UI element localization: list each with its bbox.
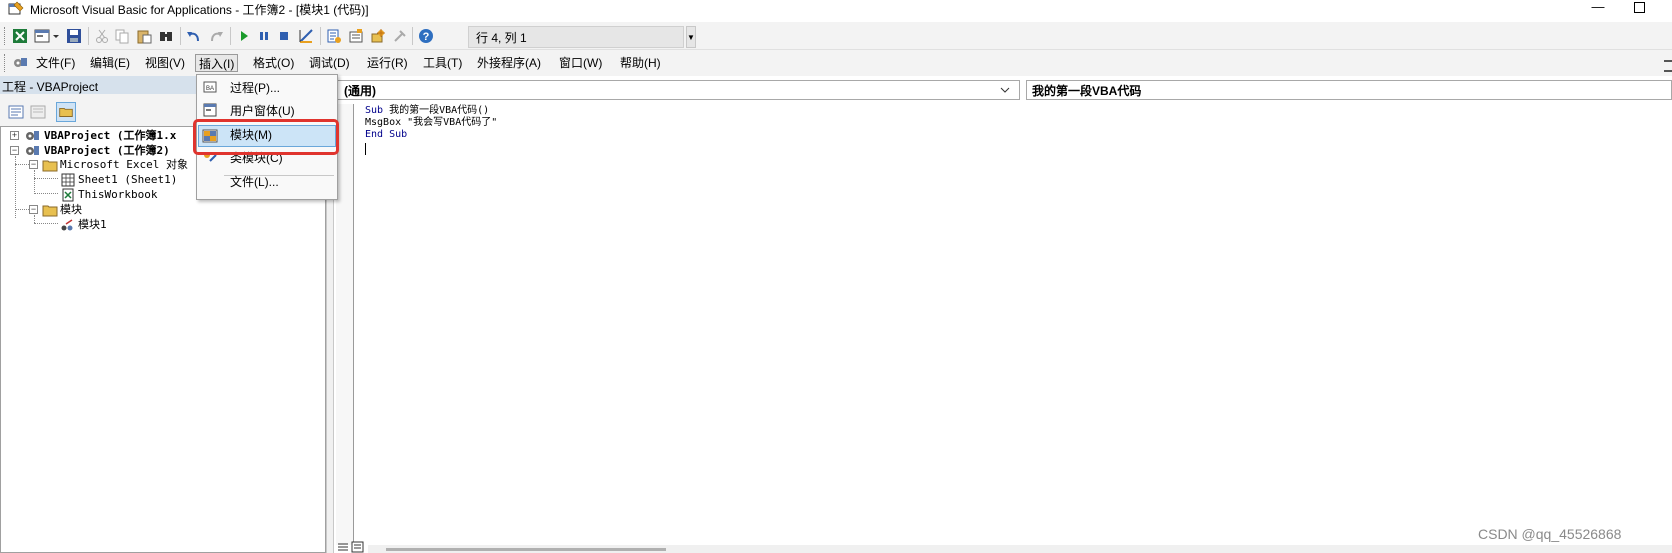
toolbar-separator <box>230 27 231 45</box>
toolbar-separator <box>320 27 321 45</box>
toolbar-separator <box>180 27 181 45</box>
tree-line <box>15 209 29 210</box>
menu-view[interactable]: 视图(V) <box>142 54 188 72</box>
menu-window[interactable]: 窗口(W) <box>556 54 605 72</box>
menu-format[interactable]: 格式(O) <box>250 54 297 72</box>
folder-icon <box>42 160 58 172</box>
object-combobox[interactable] <box>336 80 1020 100</box>
collapse-icon[interactable]: − <box>29 160 38 169</box>
toolbar-grip[interactable] <box>4 27 7 45</box>
toolbar-separator <box>88 27 89 45</box>
undo-icon[interactable] <box>186 28 202 44</box>
object-browser-icon[interactable] <box>370 28 386 44</box>
procedure-icon: BA <box>203 81 217 93</box>
project-explorer-icon[interactable] <box>326 28 342 44</box>
mdi-restore-icon[interactable] <box>1664 60 1672 72</box>
find-icon[interactable] <box>158 28 174 44</box>
tree-item-sheet1[interactable]: Sheet1 (Sheet1) <box>78 173 177 187</box>
code-line-3[interactable]: End Sub <box>365 129 407 141</box>
chevron-down-icon[interactable] <box>998 84 1012 96</box>
tree-item-module1[interactable]: 模块1 <box>78 218 107 232</box>
tree-line <box>34 178 58 179</box>
code-line-1[interactable]: Sub 我的第一段VBA代码() <box>365 105 489 117</box>
tree-line <box>34 170 35 192</box>
menu-file[interactable]: 文件(F) <box>33 54 78 72</box>
window-title: Microsoft Visual Basic for Applications … <box>30 3 369 17</box>
collapse-icon[interactable]: − <box>10 146 19 155</box>
code-text: MsgBox "我会写VBA代码了" <box>365 117 498 128</box>
excel-icon[interactable] <box>12 28 28 44</box>
view-code-icon[interactable] <box>6 102 26 122</box>
tree-line <box>15 164 29 165</box>
view-object-icon[interactable] <box>28 102 48 122</box>
menu-tools[interactable]: 工具(T) <box>420 54 465 72</box>
keyword: Sub <box>365 105 384 116</box>
code-margin[interactable] <box>336 104 354 545</box>
expand-icon[interactable]: + <box>10 131 19 140</box>
break-icon[interactable] <box>256 28 272 44</box>
insert-userform-icon[interactable] <box>34 28 50 44</box>
run-icon[interactable] <box>236 28 252 44</box>
worksheet-icon <box>61 173 75 187</box>
minimize-button[interactable]: — <box>1586 0 1610 16</box>
svg-text:BA: BA <box>206 86 214 92</box>
vbaproject-icon <box>26 146 39 155</box>
menu-run[interactable]: 运行(R) <box>364 54 411 72</box>
tree-line <box>34 193 58 194</box>
copy-icon[interactable] <box>114 28 130 44</box>
properties-icon[interactable] <box>348 28 364 44</box>
workbook-icon <box>62 188 74 202</box>
save-icon[interactable] <box>66 28 82 44</box>
paste-icon[interactable] <box>136 28 152 44</box>
object-combobox-value: (通用) <box>344 84 376 98</box>
design-mode-icon[interactable] <box>298 28 314 44</box>
tree-line <box>34 223 58 224</box>
tree-item-modules-folder[interactable]: 模块 <box>60 203 82 217</box>
menu-insert[interactable]: 插入(I) <box>195 54 239 72</box>
cursor-position-label: 行 4, 列 1 <box>476 31 527 45</box>
keyword: End Sub <box>365 129 408 140</box>
redo-icon[interactable] <box>208 28 224 44</box>
tree-item-vbaproject-1[interactable]: VBAProject (工作簿1.x <box>44 129 176 143</box>
tree-item-vbaproject-2[interactable]: VBAProject (工作簿2) <box>44 144 170 158</box>
chevron-down-icon[interactable] <box>52 28 60 44</box>
highlight-annotation-box <box>193 119 339 155</box>
menu-item-file[interactable]: 文件(L)... <box>230 174 279 190</box>
module-icon <box>61 219 73 231</box>
tree-item-thisworkbook[interactable]: ThisWorkbook <box>78 188 157 202</box>
userform-icon <box>203 103 217 117</box>
menu-edit[interactable]: 编辑(E) <box>87 54 133 72</box>
toggle-folders-icon[interactable] <box>56 102 76 122</box>
menu-item-userform[interactable]: 用户窗体(U) <box>230 103 295 119</box>
vbaproject-icon <box>26 131 39 140</box>
vba-system-menu-icon[interactable] <box>12 55 28 71</box>
menu-addins[interactable]: 外接程序(A) <box>474 54 544 72</box>
toolbar-options-button[interactable]: ▼ <box>686 26 696 48</box>
view-toggle-icon[interactable] <box>336 541 366 553</box>
help-icon[interactable]: ? <box>418 28 434 44</box>
maximize-button[interactable] <box>1634 2 1645 13</box>
menubar-grip[interactable] <box>4 54 7 72</box>
vba-app-icon <box>8 1 24 15</box>
svg-text:?: ? <box>423 31 430 43</box>
cut-icon[interactable] <box>94 28 110 44</box>
menu-item-procedure[interactable]: 过程(P)... <box>230 80 280 96</box>
watermark: CSDN @qq_45526868 <box>1478 526 1622 542</box>
toolbar-separator <box>412 27 413 45</box>
menu-debug[interactable]: 调试(D) <box>306 54 353 72</box>
tree-item-excel-objects[interactable]: Microsoft Excel 对象 <box>60 158 188 172</box>
tree-line <box>34 215 35 223</box>
toolbox-icon[interactable] <box>392 28 408 44</box>
code-line-2[interactable]: MsgBox "我会写VBA代码了" <box>365 117 497 129</box>
folder-icon <box>42 205 58 217</box>
reset-icon[interactable] <box>276 28 292 44</box>
code-text: 我的第一段VBA代码() <box>383 105 490 116</box>
text-caret <box>365 143 366 155</box>
code-editor[interactable] <box>354 104 1672 545</box>
collapse-icon[interactable]: − <box>29 205 38 214</box>
project-explorer-title: 工程 - VBAProject <box>2 80 99 94</box>
menu-help[interactable]: 帮助(H) <box>617 54 664 72</box>
scrollbar-thumb[interactable] <box>386 548 666 551</box>
procedure-combobox-value: 我的第一段VBA代码 <box>1032 84 1142 98</box>
